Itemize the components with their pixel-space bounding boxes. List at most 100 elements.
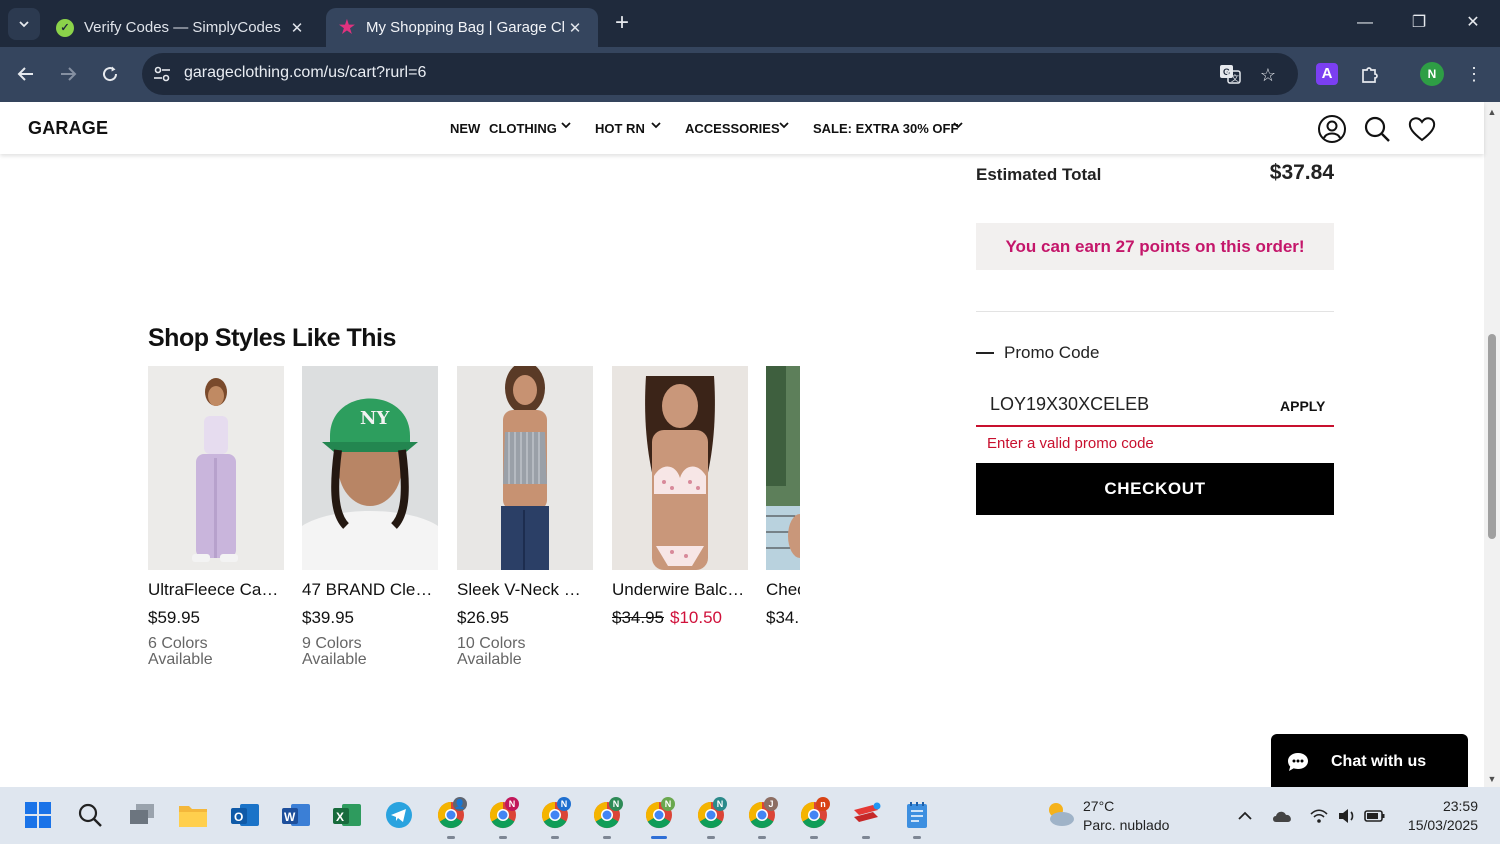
product-image[interactable] bbox=[457, 366, 593, 570]
close-tab-icon[interactable]: ✕ bbox=[286, 19, 308, 37]
account-icon[interactable] bbox=[1317, 114, 1347, 144]
extensions-puzzle-icon[interactable] bbox=[1357, 61, 1383, 87]
tab-search-button[interactable] bbox=[8, 8, 40, 40]
checkout-button[interactable]: CHECKOUT bbox=[976, 463, 1334, 515]
chat-with-us-button[interactable]: Chat with us bbox=[1271, 734, 1468, 790]
product-name[interactable]: Chec bbox=[766, 580, 800, 600]
nav-sale[interactable]: SALE: EXTRA 30% OFF bbox=[813, 121, 958, 136]
product-price: $34.9 bbox=[766, 608, 800, 628]
onedrive-cloud-icon[interactable] bbox=[1271, 805, 1293, 827]
scroll-up-arrow-icon[interactable]: ▲ bbox=[1487, 108, 1497, 117]
chrome-window[interactable]: N bbox=[589, 797, 625, 839]
excel-app[interactable]: X bbox=[329, 797, 365, 833]
nav-accessories[interactable]: ACCESSORIES bbox=[685, 121, 780, 136]
battery-icon[interactable] bbox=[1364, 805, 1386, 827]
product-name[interactable]: 47 BRAND Clean Up Hat bbox=[302, 580, 438, 600]
new-tab-button[interactable]: + bbox=[608, 10, 636, 38]
chevron-down-icon bbox=[19, 21, 29, 28]
chrome-window[interactable]: 👤 bbox=[433, 797, 469, 839]
address-bar[interactable]: garageclothing.com/us/cart?rurl=6 G文 ☆ bbox=[142, 53, 1298, 95]
translate-icon[interactable]: G文 bbox=[1218, 63, 1242, 87]
chrome-window[interactable]: J bbox=[744, 797, 780, 839]
volume-icon[interactable] bbox=[1336, 805, 1358, 827]
svg-text:NY: NY bbox=[360, 408, 390, 429]
close-tab-icon[interactable]: ✕ bbox=[564, 19, 586, 37]
product-card[interactable]: Sleek V-Neck Cami Top $26.95 10 Colors A… bbox=[457, 366, 593, 668]
taskbar-search[interactable] bbox=[72, 797, 108, 833]
chat-label: Chat with us bbox=[1331, 753, 1427, 770]
reload-button[interactable] bbox=[95, 59, 125, 89]
back-button[interactable] bbox=[11, 59, 41, 89]
nav-hot-rn[interactable]: HOT RN bbox=[595, 121, 645, 136]
notepad-app[interactable] bbox=[899, 797, 935, 839]
reload-icon bbox=[103, 66, 118, 82]
product-card[interactable]: NY 47 BRAND Clean Up Hat $39.95 9 Colors… bbox=[302, 366, 438, 668]
scroll-down-arrow-icon[interactable]: ▼ bbox=[1487, 775, 1497, 784]
promo-code-toggle[interactable]: Promo Code bbox=[976, 343, 1099, 363]
file-explorer[interactable] bbox=[175, 797, 211, 833]
task-view-button[interactable] bbox=[124, 797, 160, 833]
points-suffix: on this order! bbox=[1190, 236, 1305, 256]
tab-garage-cart[interactable]: ★ My Shopping Bag | Garage Clot ✕ bbox=[326, 8, 598, 47]
clock-date[interactable]: 15/03/2025 bbox=[1390, 817, 1478, 833]
chevron-down-icon[interactable] bbox=[560, 119, 572, 131]
site-settings-icon[interactable] bbox=[152, 64, 172, 84]
nav-new[interactable]: NEW bbox=[450, 121, 480, 136]
word-app[interactable]: W bbox=[278, 797, 314, 833]
promo-error-message: Enter a valid promo code bbox=[987, 435, 1154, 452]
product-card[interactable]: Chec $34.9 bbox=[766, 366, 800, 628]
chrome-window[interactable]: N bbox=[485, 797, 521, 839]
start-button[interactable] bbox=[20, 797, 56, 833]
current-price: $26.95 bbox=[457, 608, 509, 627]
chevron-down-icon[interactable] bbox=[650, 119, 662, 131]
weather-temperature[interactable]: 27°C bbox=[1083, 798, 1114, 814]
product-image[interactable] bbox=[612, 366, 748, 570]
garage-logo[interactable]: GARAGE bbox=[28, 118, 108, 139]
profile-badge: J bbox=[764, 797, 778, 811]
outlook-app[interactable]: O bbox=[227, 797, 263, 833]
scrollbar-thumb[interactable] bbox=[1488, 334, 1496, 539]
wifi-icon[interactable] bbox=[1308, 805, 1330, 827]
product-name[interactable]: Underwire Balconette Bra bbox=[612, 580, 748, 600]
weather-description[interactable]: Parc. nublado bbox=[1083, 817, 1169, 833]
clock-time[interactable]: 23:59 bbox=[1400, 798, 1478, 814]
bookmark-star-icon[interactable]: ☆ bbox=[1256, 63, 1280, 87]
more-menu-icon[interactable]: ⋮ bbox=[1461, 61, 1487, 87]
product-card[interactable]: UltraFleece Cargo Sweatpants $59.95 6 Co… bbox=[148, 366, 284, 668]
browser-toolbar: garageclothing.com/us/cart?rurl=6 G文 ☆ A… bbox=[0, 47, 1500, 102]
product-image[interactable] bbox=[766, 366, 800, 570]
product-image[interactable] bbox=[148, 366, 284, 570]
tab-title: My Shopping Bag | Garage Clot bbox=[366, 19, 564, 36]
telegram-app[interactable] bbox=[381, 797, 417, 833]
anydesk-app[interactable] bbox=[848, 797, 884, 839]
extension-a-icon[interactable]: A bbox=[1316, 63, 1338, 85]
product-name[interactable]: Sleek V-Neck Cami Top bbox=[457, 580, 593, 600]
chrome-window[interactable]: N bbox=[693, 797, 729, 839]
url-text[interactable]: garageclothing.com/us/cart?rurl=6 bbox=[184, 64, 426, 82]
product-name[interactable]: UltraFleece Cargo Sweatpants bbox=[148, 580, 284, 600]
wishlist-heart-icon[interactable] bbox=[1407, 114, 1437, 144]
restore-button[interactable]: ❐ bbox=[1396, 8, 1442, 38]
color-count: 6 Colors Available bbox=[148, 635, 213, 668]
chevron-down-icon[interactable] bbox=[952, 119, 964, 131]
garage-star-icon: ★ bbox=[338, 17, 356, 37]
profile-badge: N bbox=[505, 797, 519, 811]
close-window-button[interactable]: ✕ bbox=[1450, 8, 1496, 38]
chrome-window-active[interactable]: N bbox=[641, 797, 677, 839]
points-banner: You can earn 27 points on this order! bbox=[976, 223, 1334, 270]
chrome-window[interactable]: N bbox=[537, 797, 573, 839]
browser-tabstrip: ✓ Verify Codes — SimplyCodes ✕ ★ My Shop… bbox=[0, 0, 1500, 47]
forward-button[interactable] bbox=[53, 59, 83, 89]
show-hidden-icons-chevron-icon[interactable] bbox=[1234, 805, 1256, 827]
apply-button[interactable]: APPLY bbox=[1280, 398, 1325, 414]
nav-clothing[interactable]: CLOTHING bbox=[489, 121, 557, 136]
page-scrollbar[interactable]: ▲ ▼ bbox=[1484, 102, 1500, 787]
chevron-down-icon[interactable] bbox=[778, 119, 790, 131]
search-icon[interactable] bbox=[1362, 114, 1392, 144]
product-card[interactable]: Underwire Balconette Bra $34.95 $10.50 bbox=[612, 366, 748, 628]
profile-avatar[interactable]: N bbox=[1420, 62, 1444, 86]
product-image[interactable]: NY bbox=[302, 366, 438, 570]
tab-simplycodes[interactable]: ✓ Verify Codes — SimplyCodes ✕ bbox=[44, 8, 320, 47]
minimize-button[interactable]: — bbox=[1342, 8, 1388, 38]
chrome-window[interactable]: n bbox=[796, 797, 832, 839]
